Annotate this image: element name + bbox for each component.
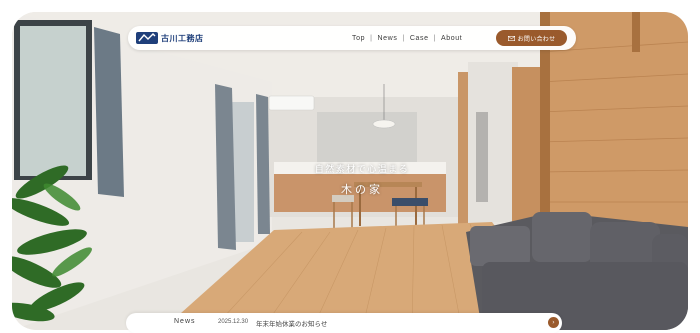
site-logo[interactable]: 古川工務店 bbox=[136, 29, 204, 47]
mail-icon bbox=[507, 35, 515, 41]
hero-catchcopy: 自然素材で心温まる 木の家 bbox=[302, 162, 422, 197]
nav-about[interactable]: About bbox=[441, 35, 462, 42]
news-ticker[interactable]: News 2025.12.30 年末年始休業のお知らせ › bbox=[126, 313, 562, 333]
news-label: News bbox=[174, 318, 196, 325]
company-logo-icon bbox=[136, 32, 158, 44]
nav-separator: | bbox=[370, 34, 373, 42]
nav-separator: | bbox=[433, 34, 437, 42]
global-nav: Top | News | Case | About bbox=[352, 26, 462, 50]
logo-text: 古川工務店 bbox=[161, 33, 204, 43]
news-title[interactable]: 年末年始休業のお知らせ bbox=[256, 318, 327, 328]
nav-top[interactable]: Top bbox=[352, 35, 365, 42]
hero-catchcopy-line2: 木の家 bbox=[341, 183, 383, 196]
nav-news[interactable]: News bbox=[378, 35, 398, 42]
contact-button-label: お問い合わせ bbox=[517, 36, 556, 43]
news-date: 2025.12.30 bbox=[218, 319, 249, 325]
nav-case[interactable]: Case bbox=[410, 35, 429, 42]
hero-frame: 自然素材で心温まる 木の家 bbox=[12, 12, 688, 330]
nav-separator: | bbox=[402, 34, 405, 42]
site-header: 古川工務店 Top | News | Case | About お問い合わせ bbox=[128, 26, 576, 50]
contact-button[interactable]: お問い合わせ bbox=[496, 30, 567, 46]
arrow-right-icon[interactable]: › bbox=[548, 317, 559, 328]
hero-catchcopy-line1: 自然素材で心温まる bbox=[314, 165, 410, 175]
